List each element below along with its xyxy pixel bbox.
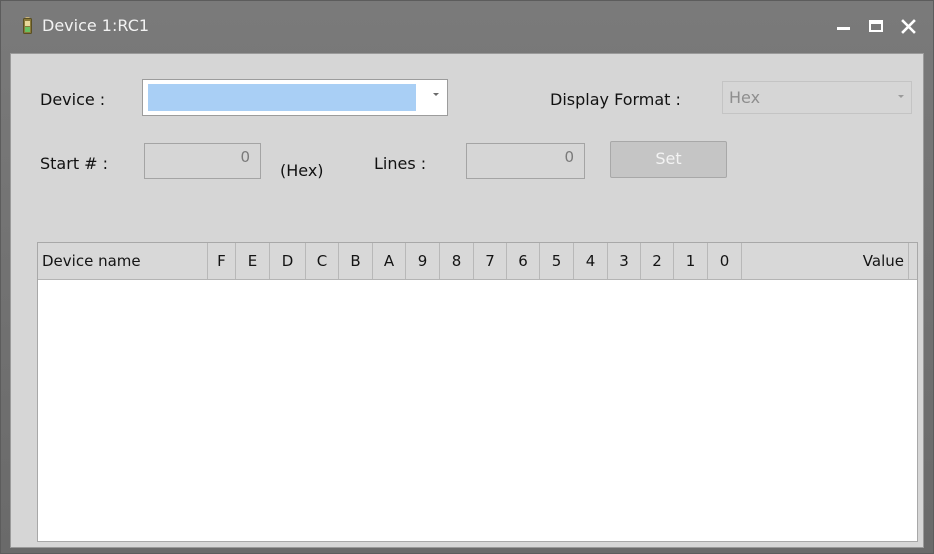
col-bit-b[interactable]: B xyxy=(339,243,373,279)
chevron-down-icon[interactable] xyxy=(433,93,439,96)
start-input[interactable]: 0 xyxy=(144,143,261,179)
minimize-icon[interactable] xyxy=(833,15,855,37)
lines-input[interactable]: 0 xyxy=(466,143,585,179)
col-bit-8[interactable]: 8 xyxy=(440,243,474,279)
col-value[interactable]: Value xyxy=(742,243,909,279)
col-bit-2[interactable]: 2 xyxy=(641,243,674,279)
col-bit-c[interactable]: C xyxy=(306,243,339,279)
col-bit-7[interactable]: 7 xyxy=(474,243,507,279)
col-bit-f[interactable]: F xyxy=(208,243,236,279)
device-monitor-window: Device 1:RC1 Device : Display Format : H… xyxy=(0,0,934,554)
chevron-down-icon[interactable] xyxy=(898,95,904,98)
window-title: Device 1:RC1 xyxy=(42,16,150,35)
col-bit-9[interactable]: 9 xyxy=(406,243,440,279)
start-label: Start # : xyxy=(40,154,109,173)
device-table: Device name F E D C B A 9 8 7 6 5 4 3 2 … xyxy=(37,242,918,542)
col-bit-1[interactable]: 1 xyxy=(674,243,708,279)
col-bit-a[interactable]: A xyxy=(373,243,406,279)
display-format-select[interactable]: Hex xyxy=(722,81,912,114)
close-icon[interactable] xyxy=(898,15,920,37)
table-header: Device name F E D C B A 9 8 7 6 5 4 3 2 … xyxy=(38,243,917,280)
display-format-label: Display Format : xyxy=(550,90,681,109)
device-select-value xyxy=(148,84,416,111)
client-area: Device : Display Format : Hex Start # : … xyxy=(10,53,924,548)
device-select[interactable] xyxy=(142,79,448,116)
battery-icon xyxy=(23,17,32,34)
device-label: Device : xyxy=(40,90,106,109)
col-device-name[interactable]: Device name xyxy=(38,243,208,279)
col-bit-5[interactable]: 5 xyxy=(540,243,574,279)
table-body[interactable] xyxy=(38,280,917,541)
title-bar[interactable]: Device 1:RC1 xyxy=(1,1,933,53)
col-bit-d[interactable]: D xyxy=(270,243,306,279)
display-format-value: Hex xyxy=(729,88,761,107)
maximize-icon[interactable] xyxy=(865,15,887,37)
col-bit-4[interactable]: 4 xyxy=(574,243,608,279)
col-bit-3[interactable]: 3 xyxy=(608,243,641,279)
col-bit-e[interactable]: E xyxy=(236,243,270,279)
start-unit-label: (Hex) xyxy=(280,161,324,180)
set-button[interactable]: Set xyxy=(610,141,727,178)
col-bit-0[interactable]: 0 xyxy=(708,243,742,279)
lines-label: Lines : xyxy=(374,154,427,173)
col-bit-6[interactable]: 6 xyxy=(507,243,540,279)
